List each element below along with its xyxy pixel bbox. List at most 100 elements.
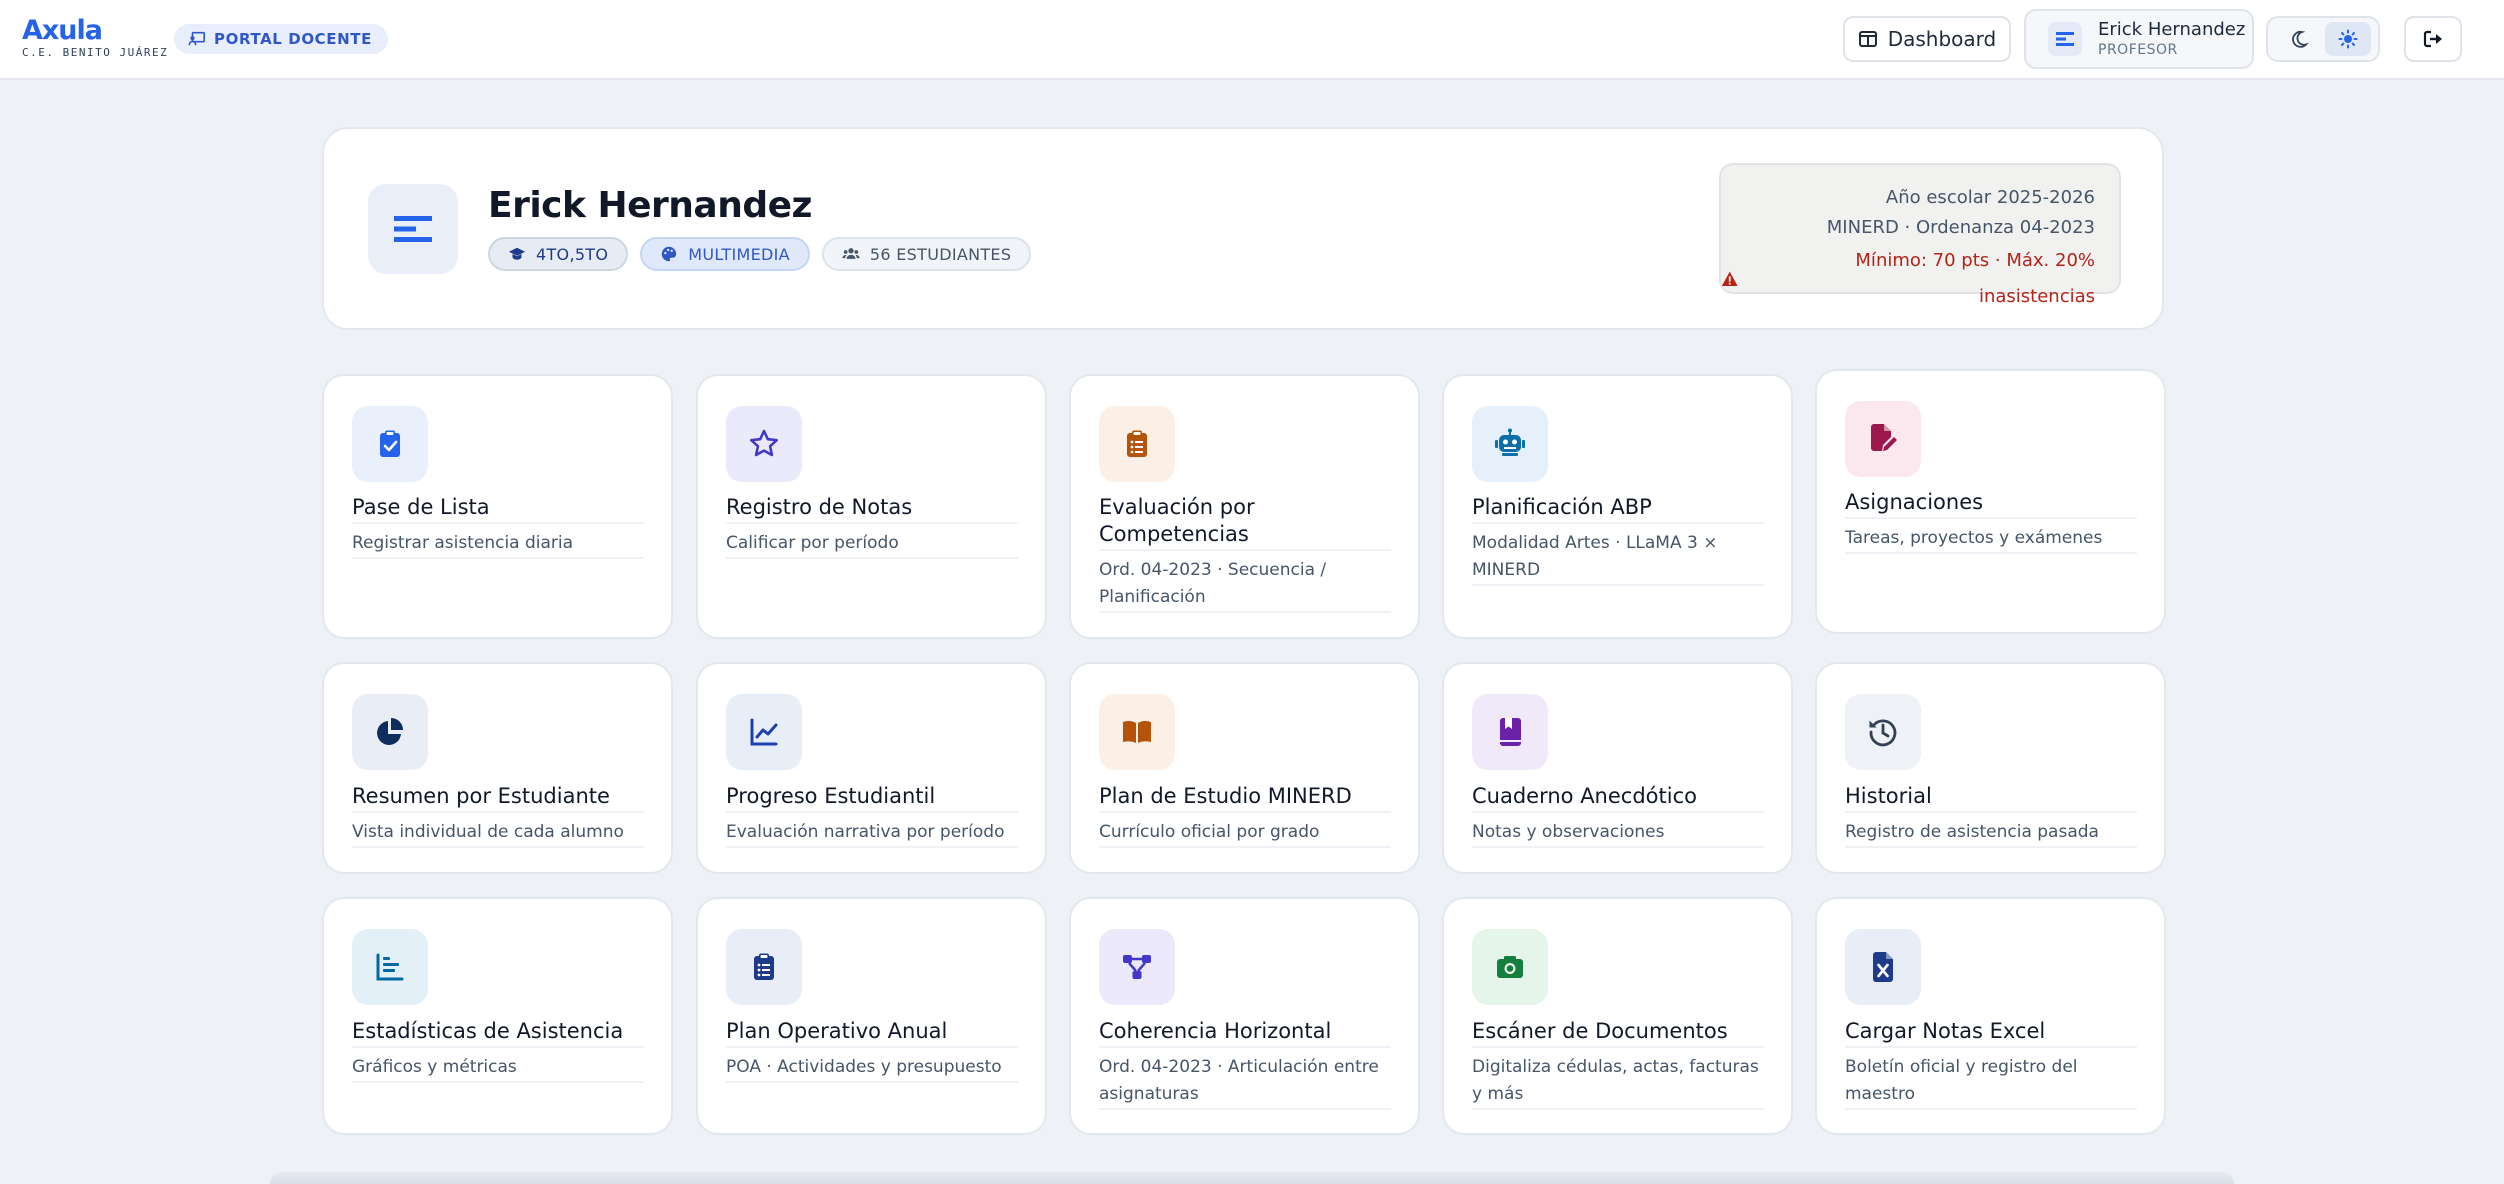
tile-title: Estadísticas de Asistencia — [352, 1018, 644, 1048]
line-chart-icon — [750, 718, 778, 746]
tile-title: Asignaciones — [1845, 489, 2137, 519]
tile-icon-box — [726, 929, 802, 1005]
bottom-edge — [270, 1172, 2234, 1184]
regulation-text: MINERD · Ordenanza 04-2023 — [1826, 217, 2095, 238]
tile-title: Evaluación por Competencias — [1099, 494, 1391, 551]
school-name: C.E. BENITO JUÁREZ — [22, 46, 169, 59]
grade-label: 4TO,5TO — [536, 244, 609, 264]
moon-icon — [2291, 30, 2307, 48]
tile-icon-box — [352, 929, 428, 1005]
dashboard-button[interactable]: Dashboard — [1843, 16, 2011, 62]
area-label: MULTIMEDIA — [688, 244, 790, 264]
tile-title: Cargar Notas Excel — [1845, 1018, 2137, 1048]
module-tile-13[interactable]: Coherencia Horizontal Ord. 04-2023 · Arti… — [1069, 897, 1420, 1135]
palette-icon — [662, 246, 677, 262]
grade-chip: 4TO,5TO — [488, 237, 629, 271]
module-tile-15[interactable]: Cargar Notas Excel Boletín oficial y regi… — [1815, 897, 2166, 1135]
module-tile-1[interactable]: Pase de Lista Registrar asistencia diaria — [322, 374, 673, 639]
tile-title: Planificación ABP — [1472, 494, 1764, 524]
tile-subtitle: Vista individual de cada alumno — [352, 819, 644, 848]
tile-title: Escáner de Documentos — [1472, 1018, 1764, 1048]
user-menu[interactable]: Erick Hernandez PROFESOR — [2024, 9, 2254, 69]
module-tile-6[interactable]: Resumen por Estudiante Vista individual d… — [322, 662, 673, 874]
tile-icon-box — [1099, 406, 1175, 482]
light-mode-button[interactable] — [2324, 22, 2371, 56]
book-open-icon — [1123, 720, 1151, 743]
tile-icon-box — [1472, 406, 1548, 482]
tile-title: Plan de Estudio MINERD — [1099, 783, 1391, 813]
tile-subtitle: Gráficos y métricas — [352, 1054, 644, 1083]
tile-subtitle: Ord. 04-2023 · Articulación entre asigna… — [1099, 1054, 1391, 1110]
brand-logo[interactable]: Axula C.E. BENITO JUÁREZ — [22, 15, 169, 59]
bar-chart-icon — [376, 953, 404, 981]
school-info-panel: Año escolar 2025-2026 MINERD · Ordenanza… — [1719, 163, 2121, 307]
user-initial-icon — [2056, 32, 2074, 46]
table-columns-icon — [1858, 31, 1877, 47]
tile-subtitle: Currículo oficial por grado — [1099, 819, 1391, 848]
tile-icon-box — [726, 406, 802, 482]
students-label: 56 ESTUDIANTES — [869, 244, 1012, 264]
logout-icon — [2423, 30, 2442, 48]
tile-subtitle: Digitaliza cédulas, actas, facturas y má… — [1472, 1054, 1764, 1110]
avatar — [2048, 22, 2082, 56]
users-icon — [842, 248, 860, 259]
tile-subtitle: Boletín oficial y registro del maestro — [1845, 1054, 2137, 1110]
module-tile-2[interactable]: Registro de Notas Calificar por período — [696, 374, 1047, 639]
module-tile-14[interactable]: Escáner de Documentos Digitaliza cédulas,… — [1442, 897, 1793, 1135]
user-name: Erick Hernandez — [2098, 19, 2246, 40]
diagram-icon — [1123, 955, 1151, 979]
module-tile-7[interactable]: Progreso Estudiantil Evaluación narrativa… — [696, 662, 1047, 874]
module-tile-8[interactable]: Plan de Estudio MINERD Currículo oficial … — [1069, 662, 1420, 874]
brand-name: Axula — [22, 15, 103, 46]
module-tile-10[interactable]: Historial Registro de asistencia pasada — [1815, 662, 2166, 874]
tile-subtitle: Registrar asistencia diaria — [352, 530, 644, 559]
tile-subtitle: Tareas, proyectos y exámenes — [1845, 525, 2137, 554]
tile-icon-box — [1845, 929, 1921, 1005]
profile-avatar — [368, 184, 458, 274]
pie-chart-icon — [377, 718, 403, 745]
module-tile-9[interactable]: Cuaderno Anecdótico Notas y observaciones — [1442, 662, 1793, 874]
area-chip: MULTIMEDIA — [640, 237, 810, 271]
module-tile-12[interactable]: Plan Operativo Anual POA · Actividades y … — [696, 897, 1047, 1135]
dashboard-label: Dashboard — [1887, 27, 1997, 51]
history-icon — [1869, 719, 1897, 747]
tile-subtitle: Ord. 04-2023 · Secuencia / Planificación — [1099, 557, 1391, 613]
logout-button[interactable] — [2404, 16, 2462, 62]
sun-icon — [2338, 29, 2357, 49]
teacher-profile-card: Erick Hernandez 4TO,5TO MULTIMEDIA 56 ES… — [322, 127, 2164, 330]
warning-icon — [1721, 271, 1738, 286]
tile-icon-box — [726, 694, 802, 770]
tile-title: Progreso Estudiantil — [726, 783, 1018, 813]
tile-title: Coherencia Horizontal — [1099, 1018, 1391, 1048]
school-year: Año escolar 2025-2026 — [1885, 187, 2095, 208]
top-bar: Axula C.E. BENITO JUÁREZ PORTAL DOCENTE … — [0, 0, 2504, 80]
tile-icon-box — [352, 694, 428, 770]
module-tile-11[interactable]: Estadísticas de Asistencia Gráficos y mét… — [322, 897, 673, 1135]
dark-mode-button[interactable] — [2276, 22, 2322, 56]
requirement-label: Mínimo: 70 pts · Máx. 20% inasistencias — [1855, 250, 2095, 307]
tile-icon-box — [1099, 929, 1175, 1005]
file-pen-icon — [1871, 424, 1897, 451]
tile-subtitle: Calificar por período — [726, 530, 1018, 559]
tile-title: Registro de Notas — [726, 494, 1018, 524]
clipboard-check-icon — [380, 430, 400, 457]
star-icon — [750, 429, 778, 457]
tile-icon-box — [1099, 694, 1175, 770]
module-tile-5[interactable]: Asignaciones Tareas, proyectos y exámenes — [1815, 369, 2166, 634]
chalkboard-teacher-icon — [188, 31, 206, 46]
tile-title: Pase de Lista — [352, 494, 644, 524]
file-excel-icon — [1873, 952, 1893, 982]
module-tile-3[interactable]: Evaluación por Competencias Ord. 04-2023 … — [1069, 374, 1420, 639]
teacher-name: Erick Hernandez — [488, 185, 813, 226]
tile-subtitle: POA · Actividades y presupuesto — [726, 1054, 1018, 1083]
tile-subtitle: Registro de asistencia pasada — [1845, 819, 2137, 848]
tile-title: Plan Operativo Anual — [726, 1018, 1018, 1048]
clipboard-list-icon — [754, 953, 774, 980]
camera-icon — [1497, 956, 1523, 978]
tile-subtitle: Evaluación narrativa por período — [726, 819, 1018, 848]
tile-icon-box — [1845, 401, 1921, 477]
portal-label: PORTAL DOCENTE — [214, 30, 372, 48]
module-tile-4[interactable]: Planificación ABP Modalidad Artes · LLaMA… — [1442, 374, 1793, 639]
tile-icon-box — [1472, 694, 1548, 770]
tile-subtitle: Notas y observaciones — [1472, 819, 1764, 848]
